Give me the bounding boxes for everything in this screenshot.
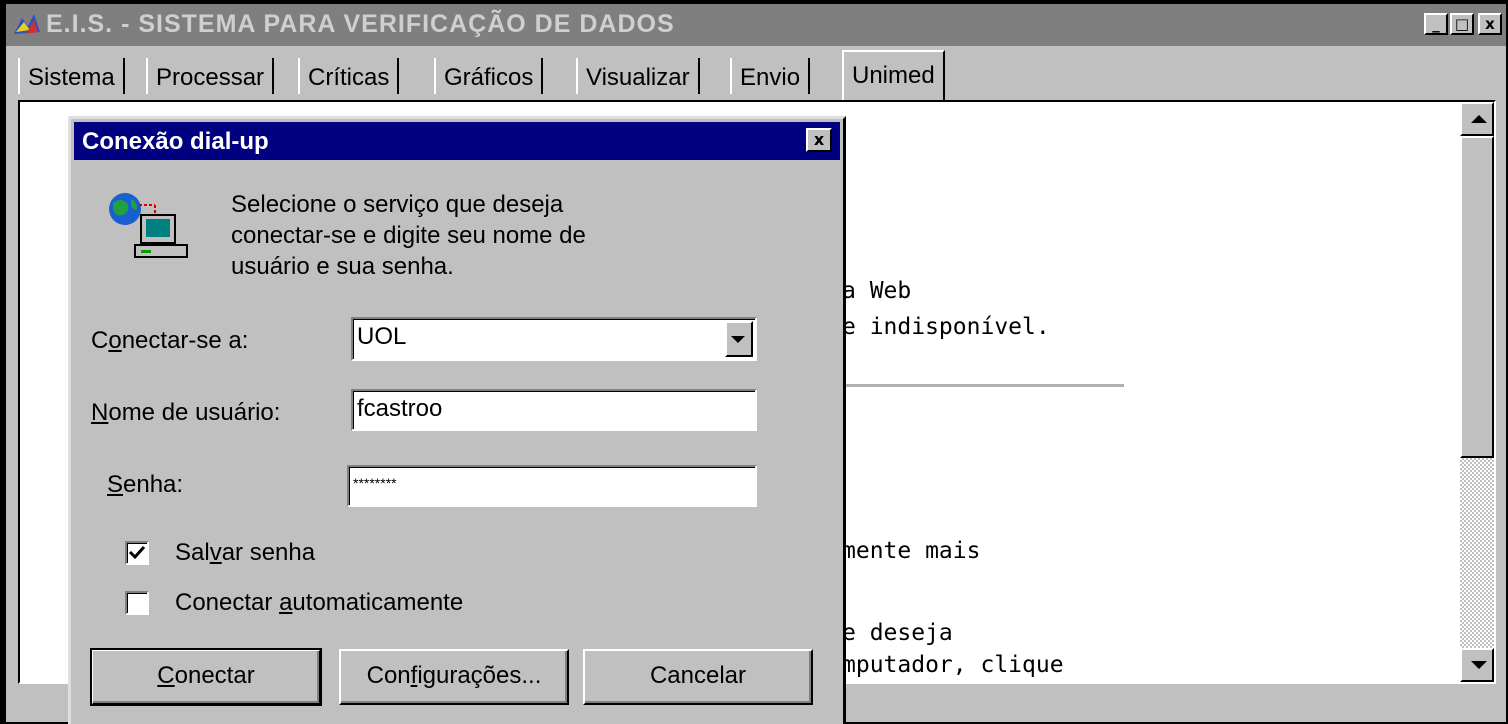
auto-connect-checkbox[interactable] bbox=[125, 591, 149, 615]
background-text-line: a Web bbox=[842, 278, 912, 304]
message-line: usuário e sua senha. bbox=[231, 253, 454, 280]
scroll-up-button[interactable] bbox=[1460, 102, 1494, 136]
password-label: Senha: bbox=[107, 471, 184, 498]
save-password-checkbox[interactable] bbox=[125, 541, 149, 565]
tab-processar[interactable]: Processar bbox=[146, 58, 275, 94]
connect-button[interactable]: Conectar bbox=[90, 648, 322, 706]
cancel-button[interactable]: Cancelar bbox=[583, 649, 813, 705]
chevron-down-icon bbox=[731, 336, 745, 343]
tab-visualizar[interactable]: Visualizar bbox=[576, 58, 700, 94]
dialog-title-bar: Conexão dial-up x bbox=[74, 122, 840, 160]
dialog-message: Selecione o serviço que deseja conectar-… bbox=[231, 189, 586, 282]
tab-sistema[interactable]: Sistema bbox=[18, 58, 125, 94]
username-field[interactable]: fcastroo bbox=[351, 389, 757, 431]
dropdown-button[interactable] bbox=[725, 321, 753, 357]
title-bar: E.I.S. - SISTEMA PARA VERIFICAÇÃO DE DAD… bbox=[6, 4, 1506, 46]
minimize-button[interactable]: _ bbox=[1424, 13, 1448, 35]
message-line: conectar-se e digite seu nome de bbox=[231, 222, 586, 249]
maximize-button[interactable]: □ bbox=[1450, 13, 1474, 35]
username-label: Nome de usuário: bbox=[91, 399, 281, 426]
background-divider bbox=[842, 384, 1124, 387]
background-text-line: mente mais bbox=[842, 538, 981, 564]
tab-graficos[interactable]: Gráficos bbox=[434, 58, 544, 94]
vertical-scrollbar[interactable] bbox=[1460, 102, 1494, 682]
tab-unimed[interactable]: Unimed bbox=[842, 50, 945, 100]
scroll-thumb[interactable] bbox=[1460, 136, 1494, 458]
arrow-up-icon bbox=[1471, 115, 1487, 123]
background-text-line: e deseja bbox=[842, 620, 953, 646]
auto-connect-label[interactable]: Conectar automaticamente bbox=[175, 589, 463, 617]
checkmark-icon bbox=[128, 545, 146, 560]
arrow-down-icon bbox=[1471, 661, 1487, 669]
settings-button[interactable]: Configurações... bbox=[339, 649, 569, 705]
app-icon bbox=[14, 14, 40, 34]
message-line: Selecione o serviço que deseja bbox=[231, 191, 564, 218]
tab-bar: Sistema Processar Críticas Gráficos Visu… bbox=[6, 48, 1506, 100]
save-password-label[interactable]: Salvar senha bbox=[175, 539, 315, 567]
tab-envio[interactable]: Envio bbox=[730, 58, 811, 94]
background-text-line: e indisponível. bbox=[842, 314, 1050, 340]
window-title: E.I.S. - SISTEMA PARA VERIFICAÇÃO DE DAD… bbox=[46, 10, 675, 38]
dialup-dialog: Conexão dial-up x Selecione o serviço qu… bbox=[68, 116, 846, 724]
scroll-down-button[interactable] bbox=[1460, 648, 1494, 682]
tab-criticas[interactable]: Críticas bbox=[298, 58, 400, 94]
close-button[interactable]: x bbox=[1478, 13, 1502, 35]
dialog-close-button[interactable]: x bbox=[806, 128, 832, 152]
background-text-line: mputador, clique bbox=[842, 652, 1064, 678]
dialup-network-computer-icon bbox=[109, 193, 188, 258]
password-field[interactable]: ******** bbox=[347, 465, 757, 507]
connect-to-label: Conectar-se a: bbox=[91, 327, 249, 354]
connect-to-value: UOL bbox=[357, 323, 407, 350]
dialog-title: Conexão dial-up bbox=[82, 128, 269, 155]
connect-to-select[interactable]: UOL bbox=[351, 317, 757, 361]
